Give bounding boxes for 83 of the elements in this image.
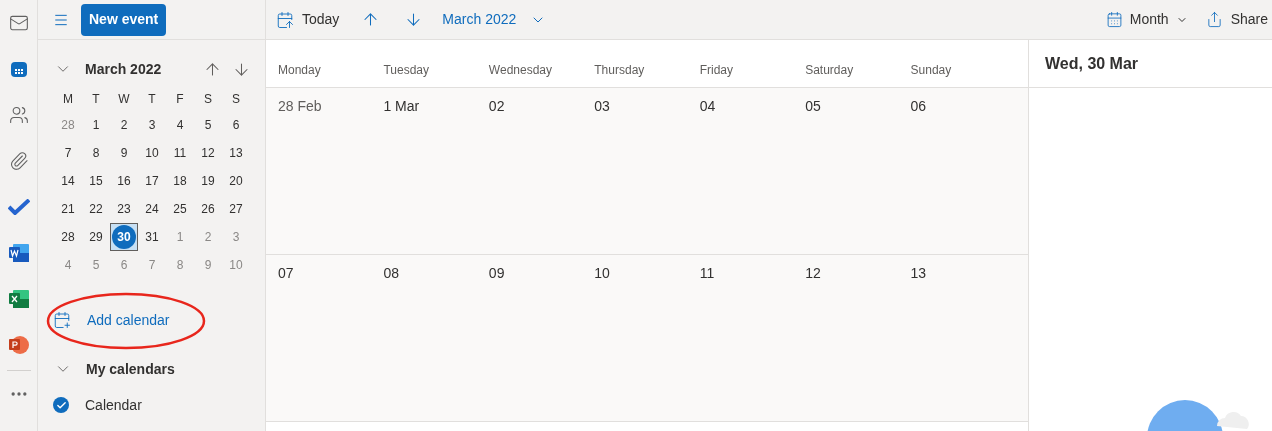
day-number[interactable]: 9 [120,144,128,162]
today-button[interactable]: Today [276,3,340,36]
paperclip-icon[interactable] [8,151,29,171]
weekday-label: F [175,91,185,108]
weekday-label: T [91,91,101,108]
date-label[interactable]: 1 Mar [383,96,489,117]
weekday-label: S [203,91,213,108]
date-label[interactable]: 13 [910,263,1016,284]
day-number[interactable]: 21 [61,200,75,218]
date-label[interactable]: 07 [278,263,384,284]
day-number[interactable]: 8 [92,144,100,162]
calendar-grid-icon [1105,11,1123,28]
day-number[interactable]: 27 [229,200,243,218]
calendar-plus-icon[interactable] [53,311,71,329]
day-number[interactable]: 17 [145,172,159,190]
calendar-checkbox[interactable] [53,397,69,413]
add-calendar-link[interactable]: Add calendar [87,309,170,331]
calendar-icon[interactable] [10,61,27,77]
day-number[interactable]: 10 [145,144,159,162]
day-number[interactable]: 1 [92,116,100,134]
month-picker-button[interactable]: March 2022 [442,9,547,30]
day-number[interactable]: 3 [148,116,156,134]
day-number[interactable]: 23 [117,200,131,218]
date-label[interactable]: 05 [805,96,911,117]
date-label[interactable]: 10 [594,263,700,284]
day-number[interactable]: 18 [173,172,187,190]
date-label[interactable]: 12 [805,263,911,284]
mail-icon[interactable] [8,13,29,33]
day-number[interactable]: 14 [61,172,75,190]
day-number[interactable]: 31 [145,228,159,246]
word-logo-icon[interactable] [8,244,29,262]
mini-calendar-title: March 2022 [85,59,162,79]
date-label[interactable]: 04 [699,96,806,117]
weekday-label: S [231,91,241,108]
day-number[interactable]: 19 [201,172,215,190]
share-icon [1205,11,1223,28]
day-number[interactable]: 11 [173,144,187,162]
view-button[interactable]: Month [1105,9,1188,30]
people-icon[interactable] [8,105,29,125]
day-number[interactable]: 29 [89,228,103,246]
day-number[interactable]: 4 [176,116,184,134]
new-event-button[interactable]: New event [81,3,167,36]
weekday-header: Thursday [594,62,646,79]
day-number[interactable]: 6 [232,116,240,134]
checkmark-icon[interactable] [7,199,30,215]
day-number[interactable]: 12 [201,144,215,162]
share-button[interactable]: Share [1205,9,1268,30]
weekday-label: T [147,91,157,108]
weekday-header: Saturday [805,62,855,79]
day-number[interactable]: 13 [229,144,243,162]
weekday-label: M [62,91,74,108]
weekday-header: Monday [278,62,322,79]
weekday-header: Friday [699,62,735,79]
day-number[interactable]: 5 [204,116,212,134]
day-number[interactable]: 24 [145,200,159,218]
check-icon [55,399,67,411]
powerpoint-logo-icon[interactable] [8,335,29,355]
day-number[interactable]: 20 [229,172,243,190]
day-number[interactable]: 15 [89,172,103,190]
day-number[interactable]: 28 [61,228,75,246]
day-number[interactable]: 16 [117,172,131,190]
date-label[interactable]: 06 [910,96,1016,117]
date-label[interactable]: 03 [594,96,700,117]
day-number[interactable]: 2 [120,116,128,134]
weekday-header: Sunday [910,62,953,79]
my-calendars-heading: My calendars [86,359,175,379]
weekday-header: Wednesday [488,62,553,79]
weekday-header: Tuesday [383,62,430,79]
date-label[interactable]: 09 [488,263,595,284]
date-label[interactable]: 08 [383,263,489,284]
calendar-arrow-icon [276,10,294,29]
date-label[interactable]: 28 Feb [278,96,384,117]
excel-logo-icon[interactable] [8,290,29,308]
date-label[interactable]: 02 [488,96,595,117]
calendar-name[interactable]: Calendar [85,394,142,416]
day-number[interactable]: 7 [64,144,72,162]
day-pane-title: Wed, 30 Mar [1045,53,1139,74]
day-number[interactable]: 26 [201,200,215,218]
day-number[interactable]: 22 [89,200,103,218]
day-number[interactable]: 25 [173,200,187,218]
weekday-label: W [117,91,131,108]
selected-day[interactable]: 30 [110,223,138,251]
date-label[interactable]: 11 [699,263,806,284]
